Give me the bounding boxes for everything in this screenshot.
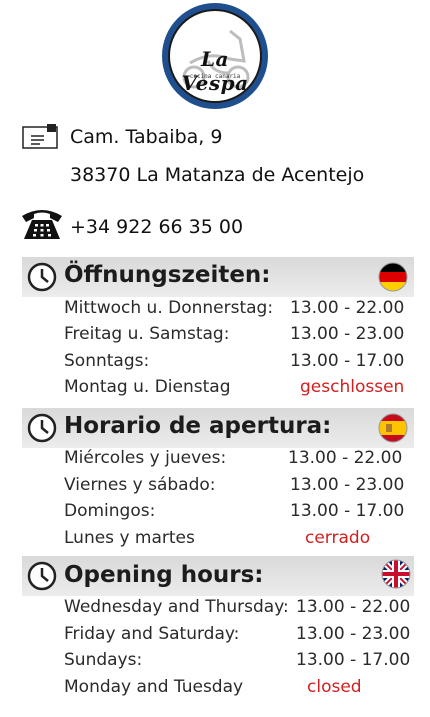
germany-flag-icon [378,262,408,292]
closed-status: cerrado [305,528,371,548]
phone-number: +34 922 66 35 00 [70,216,244,238]
logo-subtitle: cocina canaria [189,73,241,80]
hours-value: 13.00 - 22.00 [288,448,403,468]
section-title-spanish: Horario de apertura: [64,413,332,439]
hours-value: 13.00 - 23.00 [290,324,405,344]
section-title-english: Opening hours: [64,562,264,588]
hours-value: 13.00 - 22.00 [296,597,411,617]
closed-status: closed [307,677,362,697]
hours-label: Wednesday and Thursday: [64,597,289,617]
hours-label: Sonntags: [64,351,150,371]
hours-value: 13.00 - 17.00 [296,650,411,670]
telephone-icon [20,206,64,242]
envelope-icon [22,124,58,150]
hours-label: Sundays: [64,650,143,670]
logo-emblem: La Vespa cocina canaria [168,9,262,103]
hours-value: 13.00 - 17.00 [290,501,405,521]
spain-flag-icon [378,413,408,443]
closed-status: geschlossen [300,377,405,397]
hours-label: Friday and Saturday: [64,624,240,644]
address-line-2: 38370 La Matanza de Acentejo [70,164,365,186]
clock-icon [26,560,58,592]
logo-name: La Vespa [181,47,249,95]
logo: La Vespa cocina canaria [162,3,268,109]
hours-value: 13.00 - 23.00 [296,624,411,644]
hours-label: Montag u. Dienstag [64,377,231,397]
hours-label: Domingos: [64,501,156,521]
hours-label: Monday and Tuesday [64,677,244,697]
clock-icon [26,261,58,293]
clock-icon [26,412,58,444]
hours-value: 13.00 - 22.00 [290,298,405,318]
hours-value: 13.00 - 17.00 [290,351,405,371]
section-title-german: Öffnungszeiten: [64,262,271,288]
hours-label: Viernes y sábado: [64,475,216,495]
hours-label: Lunes y martes [64,528,195,548]
uk-flag-icon [381,559,411,589]
hours-label: Freitag u. Samstag: [64,324,230,344]
hours-value: 13.00 - 23.00 [290,475,405,495]
hours-label: Mittwoch u. Donnerstag: [64,298,274,318]
address-line-1: Cam. Tabaiba, 9 [70,126,223,148]
hours-label: Miércoles y jueves: [64,448,227,468]
